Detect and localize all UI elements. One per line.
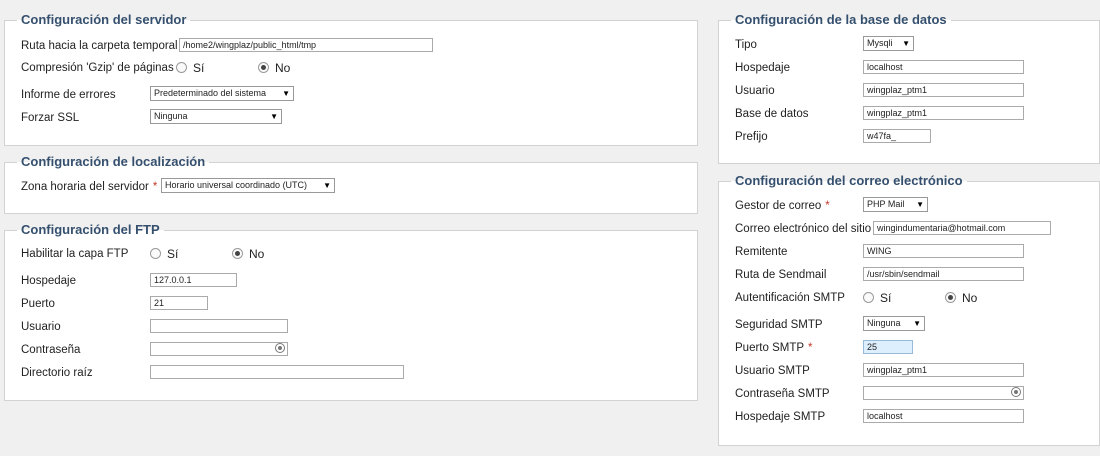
db-host-label: Hospedaje	[735, 62, 790, 74]
site-email-input[interactable]: wingindumentaria@hotmail.com	[873, 221, 1051, 235]
smtp-auth-no-radio[interactable]	[945, 292, 956, 303]
smtp-security-label: Seguridad SMTP	[735, 319, 823, 331]
db-user-input[interactable]: wingplaz_ptm1	[863, 83, 1024, 97]
mailer-label: Gestor de correo	[735, 200, 822, 212]
smtp-auth-yes-label: Sí	[880, 291, 892, 305]
db-type-select[interactable]: Mysqli ▼	[863, 36, 914, 51]
ftp-host-label: Hospedaje	[21, 275, 76, 287]
locale-settings-title: Configuración de localización	[17, 154, 210, 170]
ftp-root-input[interactable]	[150, 365, 404, 379]
site-email-label: Correo electrónico del sitio	[735, 223, 872, 235]
smtp-password-label: Contraseña SMTP	[735, 388, 830, 400]
gzip-no-radio[interactable]	[258, 62, 269, 73]
ftp-user-label: Usuario	[21, 321, 61, 333]
mailer-value: PHP Mail	[867, 199, 905, 209]
temp-folder-input[interactable]: /home2/wingplaz/public_html/tmp	[179, 38, 433, 52]
ftp-enable-yes-radio[interactable]	[150, 248, 161, 259]
db-name-label: Base de datos	[735, 108, 809, 120]
force-ssl-value: Ninguna	[154, 111, 188, 121]
smtp-auth-yes-radio[interactable]	[863, 292, 874, 303]
smtp-host-label: Hospedaje SMTP	[735, 411, 826, 423]
db-host-input[interactable]: localhost	[863, 60, 1024, 74]
database-settings-title: Configuración de la base de datos	[731, 12, 951, 28]
from-name-input[interactable]: WING	[863, 244, 1024, 258]
chevron-down-icon: ▼	[270, 112, 278, 121]
chevron-down-icon: ▼	[916, 200, 924, 209]
smtp-auth-no-label: No	[962, 291, 978, 305]
error-report-label: Informe de errores	[21, 89, 116, 101]
smtp-security-select[interactable]: Ninguna ▼	[863, 316, 925, 331]
chevron-down-icon: ▼	[323, 181, 331, 190]
smtp-security-value: Ninguna	[867, 318, 901, 328]
ftp-enable-no-radio[interactable]	[232, 248, 243, 259]
gzip-yes-radio[interactable]	[176, 62, 187, 73]
required-mark: *	[808, 342, 813, 354]
from-name-label: Remitente	[735, 246, 788, 258]
mail-settings-panel: Configuración del correo electrónico Ges…	[718, 173, 1100, 446]
smtp-user-input[interactable]: wingplaz_ptm1	[863, 363, 1024, 377]
server-settings-title: Configuración del servidor	[17, 12, 191, 28]
database-settings-panel: Configuración de la base de datos Tipo M…	[718, 12, 1100, 164]
mail-settings-title: Configuración del correo electrónico	[731, 173, 967, 189]
ftp-enable-label: Habilitar la capa FTP	[21, 248, 129, 260]
gzip-label: Compresión 'Gzip' de páginas	[21, 62, 174, 74]
ftp-port-input[interactable]: 21	[150, 296, 208, 310]
ftp-settings-title: Configuración del FTP	[17, 222, 164, 238]
smtp-user-label: Usuario SMTP	[735, 365, 810, 377]
chevron-down-icon: ▼	[902, 39, 910, 48]
db-prefix-input[interactable]: w47fa_	[863, 129, 931, 143]
mailer-select[interactable]: PHP Mail ▼	[863, 197, 928, 212]
chevron-down-icon: ▼	[282, 89, 290, 98]
show-password-icon[interactable]	[1011, 387, 1021, 397]
smtp-auth-label: Autentificación SMTP	[735, 292, 845, 304]
db-prefix-label: Prefijo	[735, 131, 768, 143]
ftp-enable-no-label: No	[249, 247, 265, 261]
required-mark: *	[825, 200, 830, 212]
ftp-root-label: Directorio raíz	[21, 367, 93, 379]
ftp-password-input[interactable]	[150, 342, 288, 356]
timezone-select[interactable]: Horario universal coordinado (UTC) ▼	[161, 178, 335, 193]
force-ssl-select[interactable]: Ninguna ▼	[150, 109, 282, 124]
sendmail-label: Ruta de Sendmail	[735, 269, 827, 281]
force-ssl-label: Forzar SSL	[21, 112, 80, 124]
required-mark: *	[152, 181, 158, 193]
ftp-host-input[interactable]: 127.0.0.1	[150, 273, 237, 287]
smtp-port-label-wrap: Puerto SMTP *	[735, 339, 813, 357]
gzip-no-label: No	[275, 61, 291, 75]
db-type-value: Mysqli	[867, 38, 893, 48]
timezone-label: Zona horaria del servidor	[21, 181, 149, 193]
show-password-icon[interactable]	[275, 343, 285, 353]
ftp-password-label: Contraseña	[21, 344, 81, 356]
gzip-yes-label: Sí	[193, 61, 205, 75]
chevron-down-icon: ▼	[913, 319, 921, 328]
ftp-enable-yes-label: Sí	[167, 247, 179, 261]
timezone-label-wrap: Zona horaria del servidor *	[21, 178, 157, 196]
error-report-value: Predeterminado del sistema	[154, 88, 267, 98]
error-report-select[interactable]: Predeterminado del sistema ▼	[150, 86, 294, 101]
ftp-settings-panel: Configuración del FTP Habilitar la capa …	[4, 222, 698, 401]
smtp-port-label: Puerto SMTP	[735, 342, 805, 354]
locale-settings-panel: Configuración de localización Zona horar…	[4, 154, 698, 214]
db-name-input[interactable]: wingplaz_ptm1	[863, 106, 1024, 120]
sendmail-input[interactable]: /usr/sbin/sendmail	[863, 267, 1024, 281]
db-user-label: Usuario	[735, 85, 775, 97]
server-settings-panel: Configuración del servidor Ruta hacia la…	[4, 12, 698, 146]
smtp-port-input[interactable]: 25	[863, 340, 913, 354]
smtp-password-input[interactable]	[863, 386, 1024, 400]
temp-folder-label: Ruta hacia la carpeta temporal	[21, 40, 178, 52]
timezone-value: Horario universal coordinado (UTC)	[165, 180, 308, 190]
ftp-user-input[interactable]	[150, 319, 288, 333]
mailer-label-wrap: Gestor de correo *	[735, 197, 830, 215]
ftp-port-label: Puerto	[21, 298, 55, 310]
db-type-label: Tipo	[735, 39, 757, 51]
smtp-host-input[interactable]: localhost	[863, 409, 1024, 423]
